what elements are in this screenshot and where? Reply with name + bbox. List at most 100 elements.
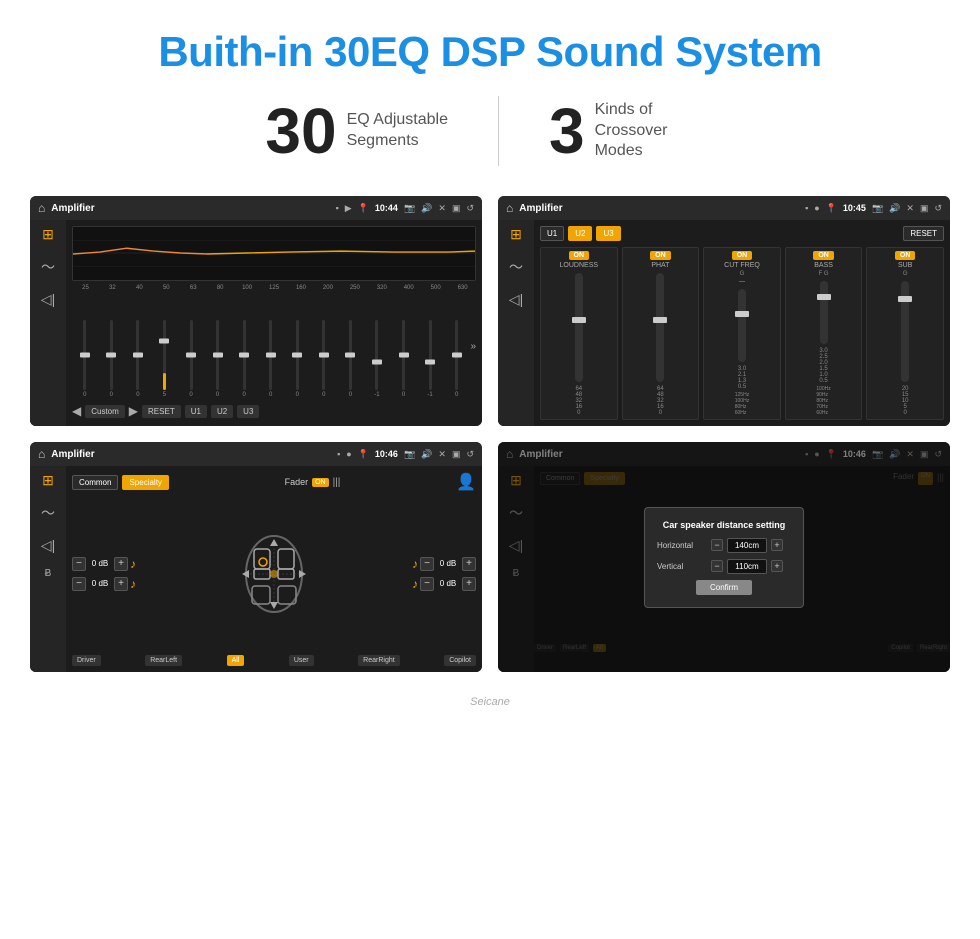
bottom-left-plus[interactable]: + xyxy=(114,577,128,591)
rearright-btn[interactable]: RearRight xyxy=(358,655,400,666)
back-icon-3[interactable]: ↺ xyxy=(466,449,474,460)
vertical-minus[interactable]: − xyxy=(711,560,723,572)
close-icon-2[interactable]: ✕ xyxy=(906,203,914,214)
back-icon[interactable]: ↺ xyxy=(466,203,474,214)
camera-icon-3: 📷 xyxy=(404,449,415,460)
eq-slider-5[interactable]: 0 xyxy=(205,295,231,398)
eq-icon[interactable]: ⊞ xyxy=(42,226,54,243)
bottom-left-minus[interactable]: − xyxy=(72,577,86,591)
u1-preset[interactable]: U1 xyxy=(540,226,564,241)
specialty-tab[interactable]: Specialty xyxy=(122,475,168,490)
top-left-plus[interactable]: + xyxy=(114,557,128,571)
u2-btn[interactable]: U2 xyxy=(211,405,233,418)
location-icon-2: 📍 xyxy=(826,203,837,214)
wave-icon[interactable]: 〜 xyxy=(41,257,55,277)
u2-preset[interactable]: U2 xyxy=(568,226,592,241)
eq-slider-10[interactable]: 0 xyxy=(338,295,364,398)
eq-bottom-bar: ◀ Custom ▶ RESET U1 U2 U3 xyxy=(72,402,476,420)
u3-btn[interactable]: U3 xyxy=(237,405,259,418)
next-icon[interactable]: ▶ xyxy=(129,404,138,418)
eq-slider-2[interactable]: 0 xyxy=(125,295,151,398)
stat-eq-label: EQ AdjustableSegments xyxy=(347,110,448,152)
home-icon[interactable]: ⌂ xyxy=(38,201,45,215)
rearleft-btn[interactable]: RearLeft xyxy=(145,655,182,666)
eq-slider-6[interactable]: 0 xyxy=(231,295,257,398)
car-diagram-container xyxy=(142,524,406,624)
close-icon[interactable]: ✕ xyxy=(438,203,446,214)
cutfreq-on-btn[interactable]: ON xyxy=(732,251,753,260)
eq-slider-1[interactable]: 0 xyxy=(99,295,125,398)
eq-icon-2[interactable]: ⊞ xyxy=(510,226,522,243)
close-icon-3[interactable]: ✕ xyxy=(438,449,446,460)
right-controls: ♪ − 0 dB + ♪ − 0 dB + xyxy=(412,557,476,591)
cutfreq-channel: ON CUT FREQ G — 3.02.11.30.5 125Hz100Hz8… xyxy=(703,247,781,420)
eq-slider-11[interactable]: -1 xyxy=(364,295,390,398)
eq-slider-0[interactable]: 0 xyxy=(72,295,98,398)
cutfreq-slider[interactable] xyxy=(738,289,746,362)
vertical-plus[interactable]: + xyxy=(771,560,783,572)
dialog-overlay: Car speaker distance setting Horizontal … xyxy=(498,442,950,672)
back-icon-2[interactable]: ↺ xyxy=(934,203,942,214)
eq-slider-3[interactable]: 5 xyxy=(152,295,178,398)
window-icon: ▣ xyxy=(452,203,461,214)
bottom-right-plus[interactable]: + xyxy=(462,577,476,591)
home-icon-3[interactable]: ⌂ xyxy=(38,447,45,461)
u1-btn[interactable]: U1 xyxy=(185,405,207,418)
custom-btn[interactable]: Custom xyxy=(85,405,125,418)
reset-preset[interactable]: RESET xyxy=(903,226,944,241)
speaker-sidebar-icon-2[interactable]: ◁| xyxy=(509,291,523,308)
u3-preset-active[interactable]: U3 xyxy=(596,226,620,241)
top-right-minus[interactable]: − xyxy=(420,557,434,571)
phat-slider[interactable] xyxy=(656,273,664,382)
eq-slider-12[interactable]: 0 xyxy=(391,295,417,398)
loudness-on-btn[interactable]: ON xyxy=(569,251,590,260)
eq-slider-4[interactable]: 0 xyxy=(178,295,204,398)
stats-row: 30 EQ AdjustableSegments 3 Kinds ofCross… xyxy=(0,86,980,186)
vertical-value: 110cm xyxy=(727,559,767,574)
sub-on-btn[interactable]: ON xyxy=(895,251,916,260)
loudness-slider[interactable] xyxy=(575,273,583,382)
prev-icon[interactable]: ◀ xyxy=(72,404,81,418)
eq-slider-13[interactable]: -1 xyxy=(417,295,443,398)
horizontal-minus[interactable]: − xyxy=(711,539,723,551)
bass-slider[interactable] xyxy=(820,281,828,344)
driver-btn[interactable]: Driver xyxy=(72,655,101,666)
bt-icon[interactable]: Ƀ xyxy=(45,568,52,579)
specialty-screen: ⌂ Amplifier ▪ ● 📍 10:46 📷 🔊 ✕ ▣ ↺ ⊞ 〜 ◁|… xyxy=(30,442,482,672)
expand-icon[interactable]: » xyxy=(470,341,476,352)
home-icon-2[interactable]: ⌂ xyxy=(506,201,513,215)
reset-btn[interactable]: RESET xyxy=(142,405,181,418)
speaker-sidebar-icon[interactable]: ◁| xyxy=(41,291,55,308)
eq-slider-9[interactable]: 0 xyxy=(311,295,337,398)
wave-icon-2[interactable]: 〜 xyxy=(509,257,523,277)
freq-320: 320 xyxy=(368,285,395,291)
user-btn[interactable]: User xyxy=(289,655,314,666)
bass-on-btn[interactable]: ON xyxy=(813,251,834,260)
wave-icon-3[interactable]: 〜 xyxy=(41,503,55,523)
crossover-main: U1 U2 U3 RESET ON LOUDNESS 644832160 xyxy=(534,220,950,426)
freq-100: 100 xyxy=(234,285,261,291)
cutfreq-values: 3.02.11.30.5 xyxy=(738,366,746,390)
copilot-btn[interactable]: Copilot xyxy=(444,655,476,666)
stat-crossover: 3 Kinds ofCrossover Modes xyxy=(499,99,765,163)
volume-icon: 🔊 xyxy=(421,203,432,214)
speaker-sidebar-icon-3[interactable]: ◁| xyxy=(41,537,55,554)
eq-slider-7[interactable]: 0 xyxy=(258,295,284,398)
bottom-right-minus[interactable]: − xyxy=(420,577,434,591)
phat-values: 644832160 xyxy=(657,386,664,416)
stat-crossover-number: 3 xyxy=(549,99,585,163)
common-tab[interactable]: Common xyxy=(72,475,118,490)
top-right-plus[interactable]: + xyxy=(462,557,476,571)
phat-on-btn[interactable]: ON xyxy=(650,251,671,260)
all-btn[interactable]: All xyxy=(227,655,245,666)
sub-slider[interactable] xyxy=(901,281,909,382)
top-left-minus[interactable]: − xyxy=(72,557,86,571)
confirm-button[interactable]: Confirm xyxy=(696,580,752,595)
horizontal-plus[interactable]: + xyxy=(771,539,783,551)
page-title: Buith-in 30EQ DSP Sound System xyxy=(0,0,980,86)
eq-slider-14[interactable]: 0 xyxy=(444,295,470,398)
eq-icon-3[interactable]: ⊞ xyxy=(42,472,54,489)
stat-eq: 30 EQ AdjustableSegments xyxy=(215,99,498,163)
eq-slider-8[interactable]: 0 xyxy=(285,295,311,398)
bottom-right-db: ♪ − 0 dB + xyxy=(412,577,476,591)
